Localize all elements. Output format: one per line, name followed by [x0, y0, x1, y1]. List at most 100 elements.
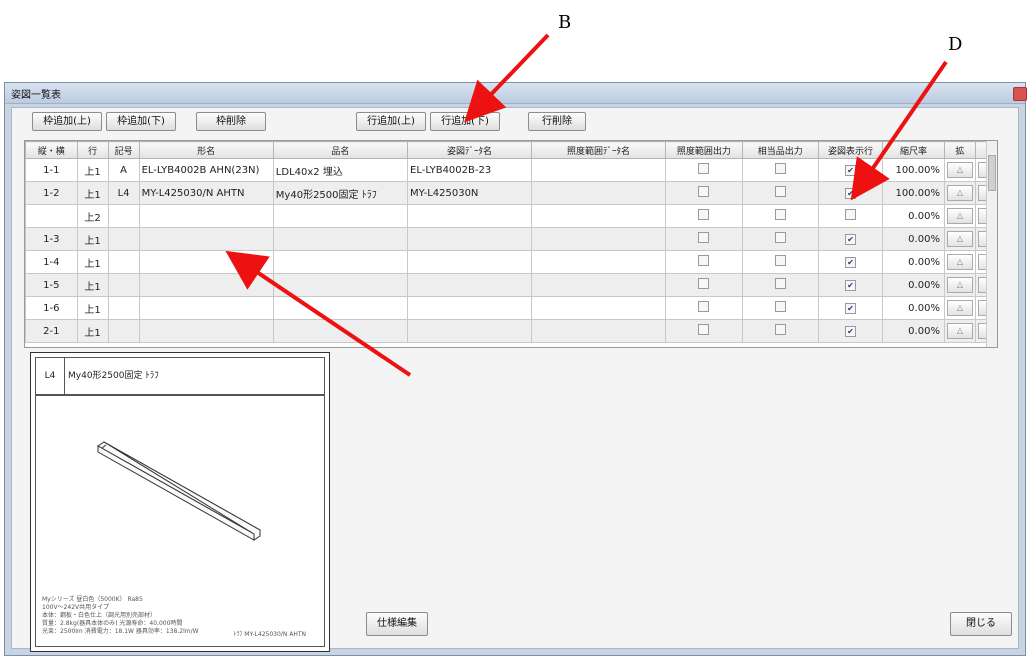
cell-range-out[interactable]	[665, 296, 743, 320]
show-checkbox[interactable]: ✔	[844, 325, 856, 337]
equiv-out-checkbox[interactable]	[774, 186, 786, 197]
cell-range-data[interactable]	[530, 158, 667, 182]
cell-model[interactable]	[138, 319, 274, 343]
range-out-checkbox[interactable]	[698, 278, 710, 289]
col-header[interactable]: 照度範囲ﾃﾞｰﾀ名	[530, 141, 667, 159]
enlarge-button[interactable]: △	[946, 323, 973, 339]
cell-range-data[interactable]	[530, 296, 667, 320]
cell-symbol[interactable]: L4	[107, 181, 140, 205]
cell-range-out[interactable]	[665, 273, 743, 297]
cell-model[interactable]: EL-LYB4002B AHN(23N)	[138, 158, 274, 182]
cell-figure-data[interactable]	[407, 296, 532, 320]
cell-range-data[interactable]	[530, 273, 667, 297]
cell-show[interactable]: ✔	[817, 250, 884, 274]
frame-add-down-button[interactable]: 枠追加(下)	[106, 112, 176, 131]
cell-show[interactable]: ✔	[817, 273, 884, 297]
cell-range-out[interactable]	[665, 227, 743, 251]
col-header[interactable]: 照度範囲出力	[665, 141, 743, 159]
cell-position[interactable]: 1-3	[25, 227, 78, 251]
frame-delete-button[interactable]: 枠削除	[196, 112, 266, 131]
cell-figure-data[interactable]	[407, 227, 532, 251]
cell-product[interactable]	[272, 296, 409, 320]
cell-product[interactable]	[272, 204, 409, 228]
col-header[interactable]: 相当品出力	[741, 141, 819, 159]
cell-row[interactable]: 上1	[76, 296, 109, 320]
show-checkbox[interactable]: ✔	[844, 256, 856, 268]
cell-product[interactable]	[272, 227, 409, 251]
range-out-checkbox[interactable]	[698, 255, 710, 266]
enlarge-button[interactable]: △	[946, 162, 973, 178]
table-row[interactable]: 2-1上1✔0.00%△▽	[25, 319, 997, 343]
cell-row[interactable]: 上1	[76, 319, 109, 343]
cell-show[interactable]: ✔	[817, 227, 884, 251]
cell-product[interactable]: LDL40x2 埋込	[272, 158, 409, 182]
cell-show[interactable]: ✔	[817, 158, 884, 182]
equiv-out-checkbox[interactable]	[774, 163, 786, 174]
col-header[interactable]: 拡	[943, 141, 976, 159]
table-row[interactable]: 上20.00%△▽	[25, 204, 997, 228]
cell-position[interactable]: 1-4	[25, 250, 78, 274]
table-row[interactable]: 1-6上1✔0.00%△▽	[25, 296, 997, 320]
close-button[interactable]: 閉じる	[950, 612, 1012, 636]
table-row[interactable]: 1-3上1✔0.00%△▽	[25, 227, 997, 251]
cell-position[interactable]: 1-5	[25, 273, 78, 297]
col-header[interactable]: 縮尺率	[882, 141, 945, 159]
cell-figure-data[interactable]	[407, 204, 532, 228]
cell-symbol[interactable]	[107, 273, 140, 297]
cell-model[interactable]	[138, 227, 274, 251]
cell-scale[interactable]: 0.00%	[882, 227, 945, 251]
cell-enlarge[interactable]: △	[943, 158, 976, 182]
cell-range-data[interactable]	[530, 319, 667, 343]
equiv-out-checkbox[interactable]	[774, 324, 786, 335]
cell-range-data[interactable]	[530, 204, 667, 228]
cell-model[interactable]	[138, 204, 274, 228]
cell-enlarge[interactable]: △	[943, 319, 976, 343]
cell-range-data[interactable]	[530, 250, 667, 274]
cell-row[interactable]: 上1	[76, 227, 109, 251]
cell-figure-data[interactable]: EL-LYB4002B-23	[407, 158, 532, 182]
cell-model[interactable]	[138, 250, 274, 274]
cell-symbol[interactable]	[107, 204, 140, 228]
cell-model[interactable]: MY-L425030/N AHTN	[138, 181, 274, 205]
cell-range-out[interactable]	[665, 250, 743, 274]
equiv-out-checkbox[interactable]	[774, 255, 786, 266]
col-header[interactable]: 行	[76, 141, 109, 159]
cell-figure-data[interactable]: MY-L425030N	[407, 181, 532, 205]
enlarge-button[interactable]: △	[946, 208, 973, 224]
cell-row[interactable]: 上1	[76, 181, 109, 205]
cell-scale[interactable]: 0.00%	[882, 319, 945, 343]
enlarge-button[interactable]: △	[946, 300, 973, 316]
show-checkbox[interactable]: ✔	[844, 233, 856, 245]
equiv-out-checkbox[interactable]	[774, 301, 786, 312]
cell-enlarge[interactable]: △	[943, 227, 976, 251]
range-out-checkbox[interactable]	[698, 163, 710, 174]
col-header[interactable]: 品名	[272, 141, 409, 159]
cell-symbol[interactable]	[107, 227, 140, 251]
cell-figure-data[interactable]	[407, 273, 532, 297]
cell-position[interactable]	[25, 204, 78, 228]
cell-position[interactable]: 1-6	[25, 296, 78, 320]
range-out-checkbox[interactable]	[698, 324, 710, 335]
table-row[interactable]: 1-4上1✔0.00%△▽	[25, 250, 997, 274]
show-checkbox[interactable]	[844, 209, 856, 220]
equiv-out-checkbox[interactable]	[774, 232, 786, 243]
equiv-out-checkbox[interactable]	[774, 278, 786, 289]
row-add-up-button[interactable]: 行追加(上)	[356, 112, 426, 131]
cell-row[interactable]: 上1	[76, 273, 109, 297]
cell-scale[interactable]: 0.00%	[882, 296, 945, 320]
cell-range-out[interactable]	[665, 158, 743, 182]
cell-show[interactable]	[817, 204, 884, 228]
close-window-icon[interactable]	[1013, 87, 1027, 101]
cell-symbol[interactable]: A	[107, 158, 140, 182]
col-header[interactable]: 形名	[138, 141, 274, 159]
cell-scale[interactable]: 100.00%	[882, 158, 945, 182]
cell-range-data[interactable]	[530, 181, 667, 205]
cell-equiv-out[interactable]	[741, 273, 819, 297]
cell-show[interactable]: ✔	[817, 319, 884, 343]
row-delete-button[interactable]: 行削除	[528, 112, 586, 131]
cell-enlarge[interactable]: △	[943, 204, 976, 228]
cell-scale[interactable]: 100.00%	[882, 181, 945, 205]
cell-range-data[interactable]	[530, 227, 667, 251]
enlarge-button[interactable]: △	[946, 277, 973, 293]
table-row[interactable]: 1-2 上1 L4 MY-L425030/N AHTN My40形2500固定 ﾄﾗﾌ M…	[25, 181, 997, 205]
